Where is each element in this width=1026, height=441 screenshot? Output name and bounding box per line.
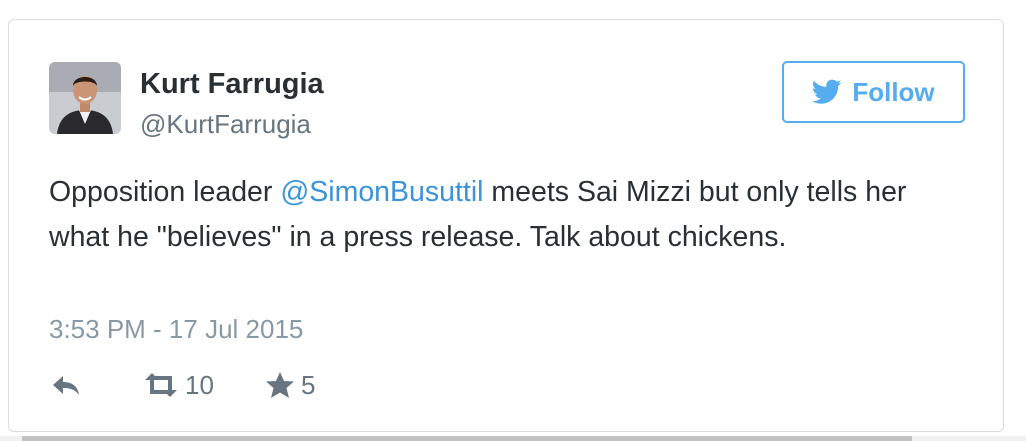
horizontal-scrollbar[interactable] (0, 436, 1026, 441)
tweet-timestamp[interactable]: 3:53 PM - 17 Jul 2015 (49, 314, 303, 344)
retweet-button[interactable]: 10 (143, 368, 214, 402)
star-icon (266, 372, 294, 398)
follow-label: Follow (852, 77, 935, 107)
retweet-count: 10 (185, 370, 214, 400)
user-handle[interactable]: @KurtFarrugia (140, 109, 311, 139)
avatar-photo (49, 62, 121, 134)
twitter-bird-icon (812, 79, 842, 104)
tweet-text-part: Opposition leader (49, 176, 281, 208)
scrollbar-thumb[interactable] (22, 436, 912, 441)
favorite-button[interactable]: 5 (265, 368, 315, 402)
reply-button[interactable] (51, 368, 81, 402)
reply-icon (53, 376, 79, 395)
user-name[interactable]: Kurt Farrugia (140, 68, 324, 100)
favorite-count: 5 (301, 370, 316, 400)
tweet-actions: 10 5 (49, 368, 449, 402)
avatar[interactable] (49, 62, 121, 134)
retweet-icon (145, 373, 177, 397)
tweet-card: Kurt Farrugia @KurtFarrugia Follow Oppos… (8, 19, 1004, 432)
follow-button[interactable]: Follow (782, 61, 965, 123)
tweet-text: Opposition leader @SimonBusuttil meets S… (49, 170, 929, 260)
mention-link[interactable]: @SimonBusuttil (280, 176, 483, 208)
